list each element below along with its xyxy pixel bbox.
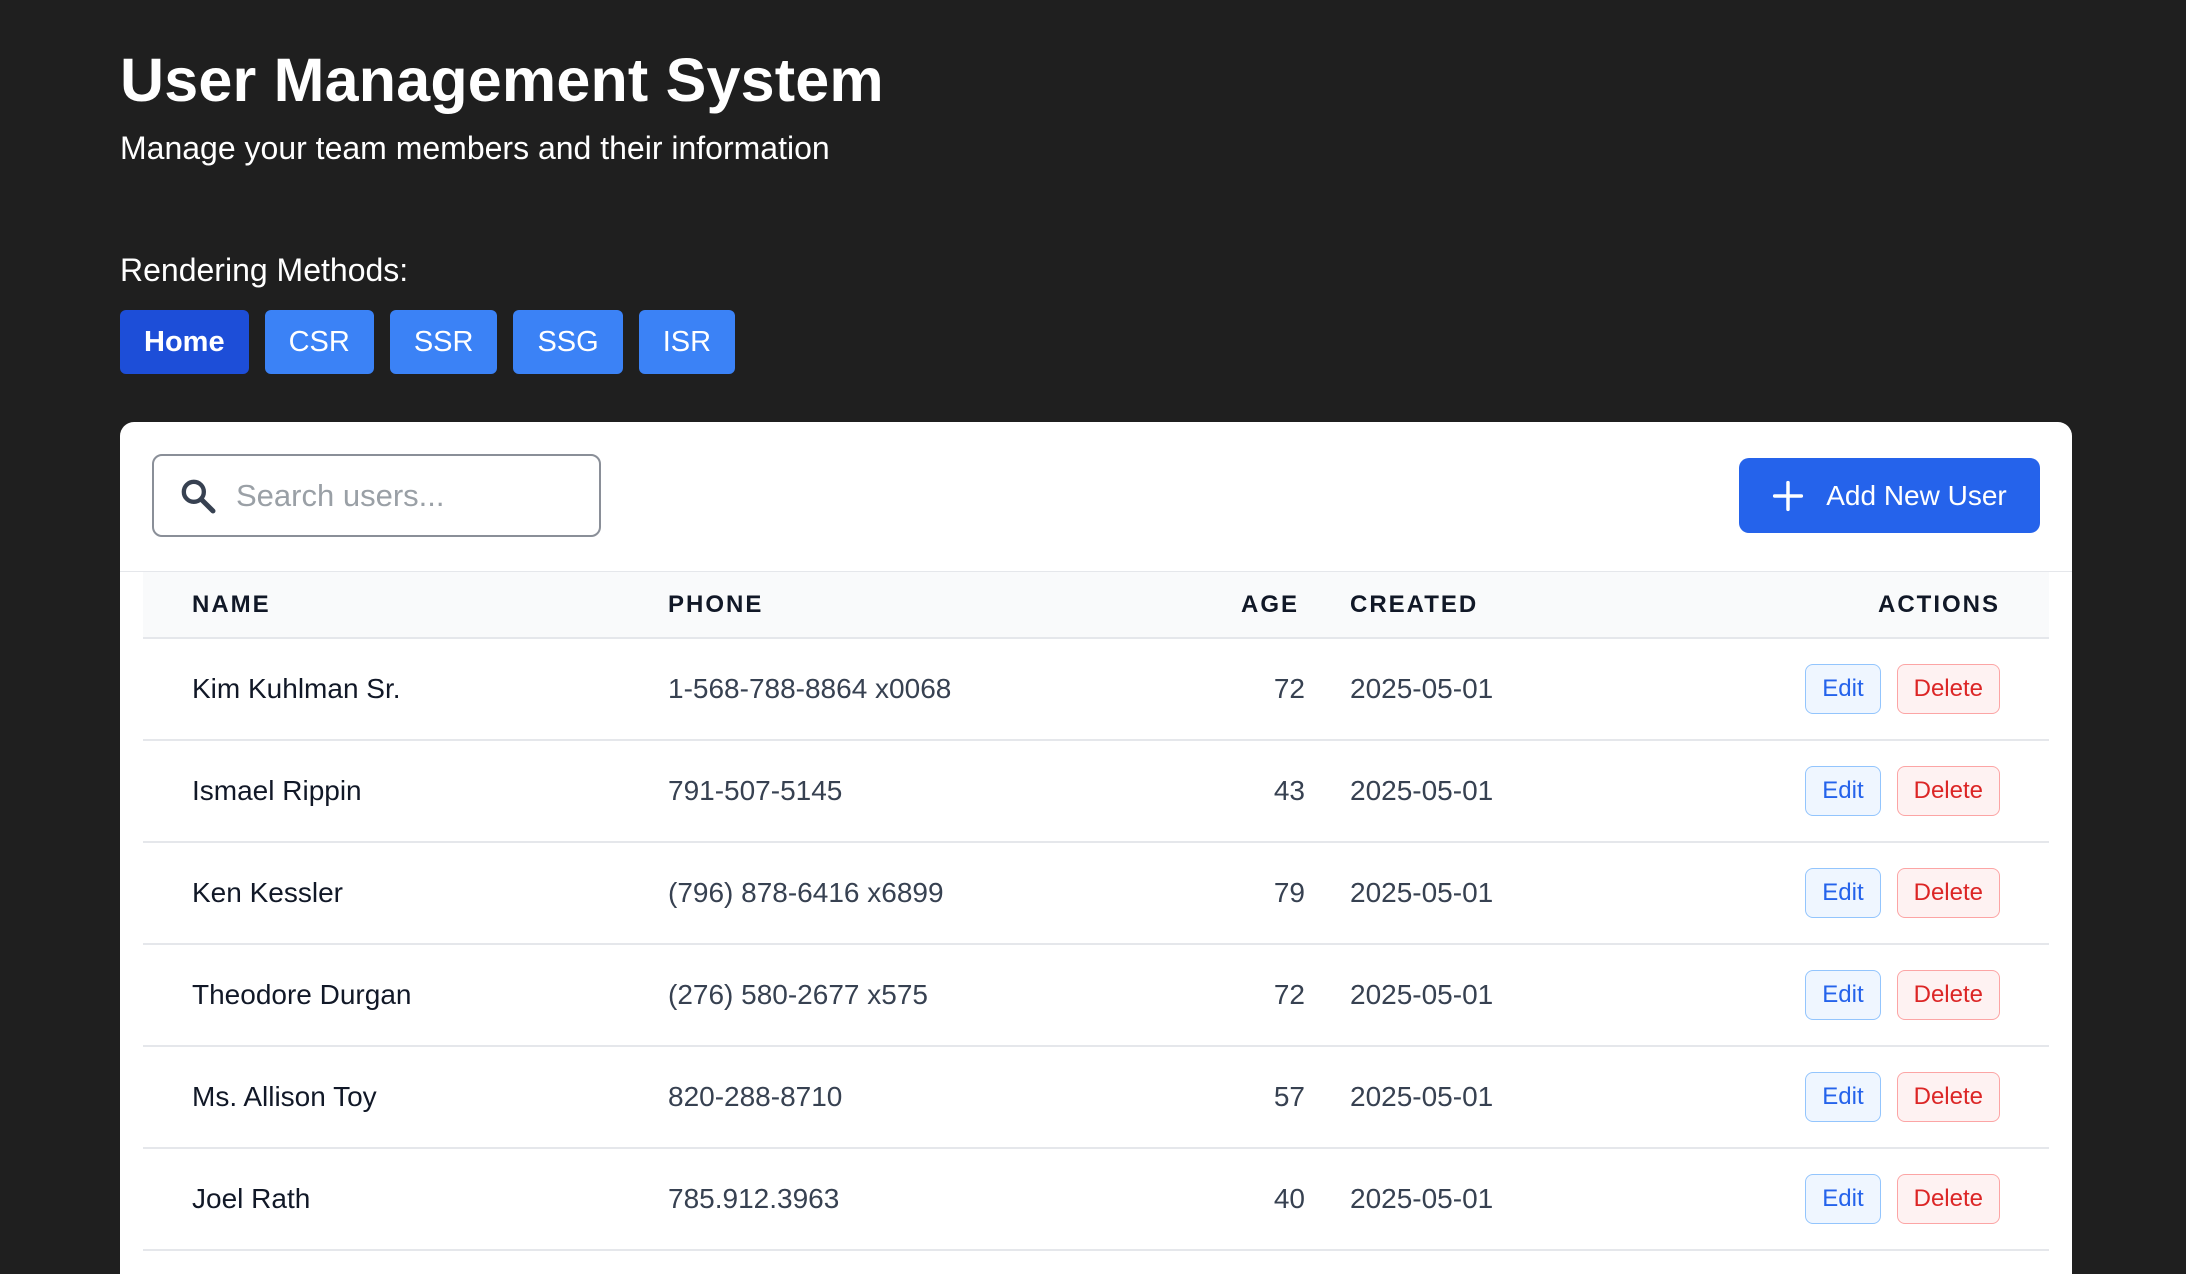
user-age: 72 (1273, 673, 1305, 704)
nav-isr-button[interactable]: ISR (638, 310, 736, 374)
add-new-user-button[interactable]: Add New User (1739, 458, 2040, 533)
header: User Management System Manage your team … (120, 44, 884, 168)
rendering-methods-nav: Home CSR SSR SSG ISR (120, 310, 736, 374)
table-row: Joel Rath 785.912.3963 40 2025-05-01 Edi… (143, 1149, 2049, 1251)
user-name: Theodore Durgan (192, 979, 412, 1010)
delete-button[interactable]: Delete (1896, 1174, 2000, 1224)
edit-button[interactable]: Edit (1805, 766, 1881, 816)
delete-button[interactable]: Delete (1896, 970, 2000, 1020)
edit-button[interactable]: Edit (1805, 970, 1881, 1020)
row-actions: Edit Delete (1805, 1072, 2000, 1122)
table-header: NAME PHONE AGE CREATED ACTIONS (143, 572, 2049, 639)
user-phone: 791-507-5145 (668, 775, 843, 806)
column-header-phone[interactable]: PHONE (668, 591, 763, 619)
row-actions: Edit Delete (1805, 766, 2000, 816)
row-actions: Edit Delete (1805, 664, 2000, 714)
user-age: 40 (1273, 1183, 1305, 1214)
toolbar: Add New User (120, 422, 2072, 572)
search-input[interactable] (236, 477, 576, 514)
table-row: Ken Kessler (796) 878-6416 x6899 79 2025… (143, 843, 2049, 945)
row-actions: Edit Delete (1805, 1174, 2000, 1224)
user-phone: (276) 580-2677 x575 (668, 979, 928, 1010)
column-header-actions: ACTIONS (1878, 590, 2000, 618)
table-row: Kim Kuhlman Sr. 1-568-788-8864 x0068 72 … (143, 639, 2049, 741)
user-name: Ken Kessler (192, 877, 343, 908)
edit-button[interactable]: Edit (1805, 1072, 1881, 1122)
nav-home-button[interactable]: Home (120, 310, 249, 374)
delete-button[interactable]: Delete (1896, 868, 2000, 918)
user-age: 72 (1273, 979, 1305, 1010)
user-phone: (796) 878-6416 x6899 (668, 877, 944, 908)
row-actions: Edit Delete (1805, 868, 2000, 918)
user-name: Joel Rath (192, 1183, 311, 1214)
user-phone: 785.912.3963 (668, 1183, 840, 1214)
nav-ssg-button[interactable]: SSG (513, 310, 623, 374)
user-created: 2025-05-01 (1350, 877, 1494, 908)
edit-button[interactable]: Edit (1805, 1174, 1881, 1224)
table-row: Ismael Rippin 791-507-5145 43 2025-05-01… (143, 741, 2049, 843)
nav-csr-button[interactable]: CSR (264, 310, 374, 374)
users-table: NAME PHONE AGE CREATED ACTIONS Kim Kuhlm… (143, 572, 2049, 1251)
column-header-name[interactable]: NAME (192, 591, 271, 619)
search-icon (181, 479, 216, 513)
user-created: 2025-05-01 (1350, 979, 1494, 1010)
table-row: Theodore Durgan (276) 580-2677 x575 72 2… (143, 945, 2049, 1047)
user-created: 2025-05-01 (1350, 775, 1494, 806)
nav-ssr-button[interactable]: SSR (389, 310, 498, 374)
rendering-methods-label: Rendering Methods: (120, 252, 409, 288)
column-header-created[interactable]: CREATED (1350, 591, 1478, 619)
user-name: Ms. Allison Toy (192, 1081, 377, 1112)
user-created: 2025-05-01 (1350, 1183, 1494, 1214)
user-created: 2025-05-01 (1350, 1081, 1494, 1112)
user-phone: 1-568-788-8864 x0068 (668, 673, 952, 704)
user-name: Kim Kuhlman Sr. (192, 673, 401, 704)
table-row: Ms. Allison Toy 820-288-8710 57 2025-05-… (143, 1047, 2049, 1149)
user-age: 79 (1273, 877, 1305, 908)
delete-button[interactable]: Delete (1896, 766, 2000, 816)
delete-button[interactable]: Delete (1896, 1072, 2000, 1122)
user-phone: 820-288-8710 (668, 1081, 843, 1112)
user-age: 43 (1273, 775, 1305, 806)
edit-button[interactable]: Edit (1805, 868, 1881, 918)
user-age: 57 (1273, 1081, 1305, 1112)
user-name: Ismael Rippin (192, 775, 362, 806)
plus-icon (1773, 480, 1804, 511)
delete-button[interactable]: Delete (1896, 664, 2000, 714)
users-card: Add New User NAME PHONE AGE CREATED ACTI… (120, 422, 2072, 1274)
edit-button[interactable]: Edit (1805, 664, 1881, 714)
page: User Management System Manage your team … (0, 0, 2186, 1274)
user-created: 2025-05-01 (1350, 673, 1494, 704)
search-box[interactable] (152, 454, 601, 537)
page-subtitle: Manage your team members and their infor… (120, 130, 830, 166)
add-new-user-label: Add New User (1826, 479, 2007, 511)
column-header-age[interactable]: AGE (1241, 591, 1299, 619)
row-actions: Edit Delete (1805, 970, 2000, 1020)
page-title: User Management System (120, 46, 884, 114)
